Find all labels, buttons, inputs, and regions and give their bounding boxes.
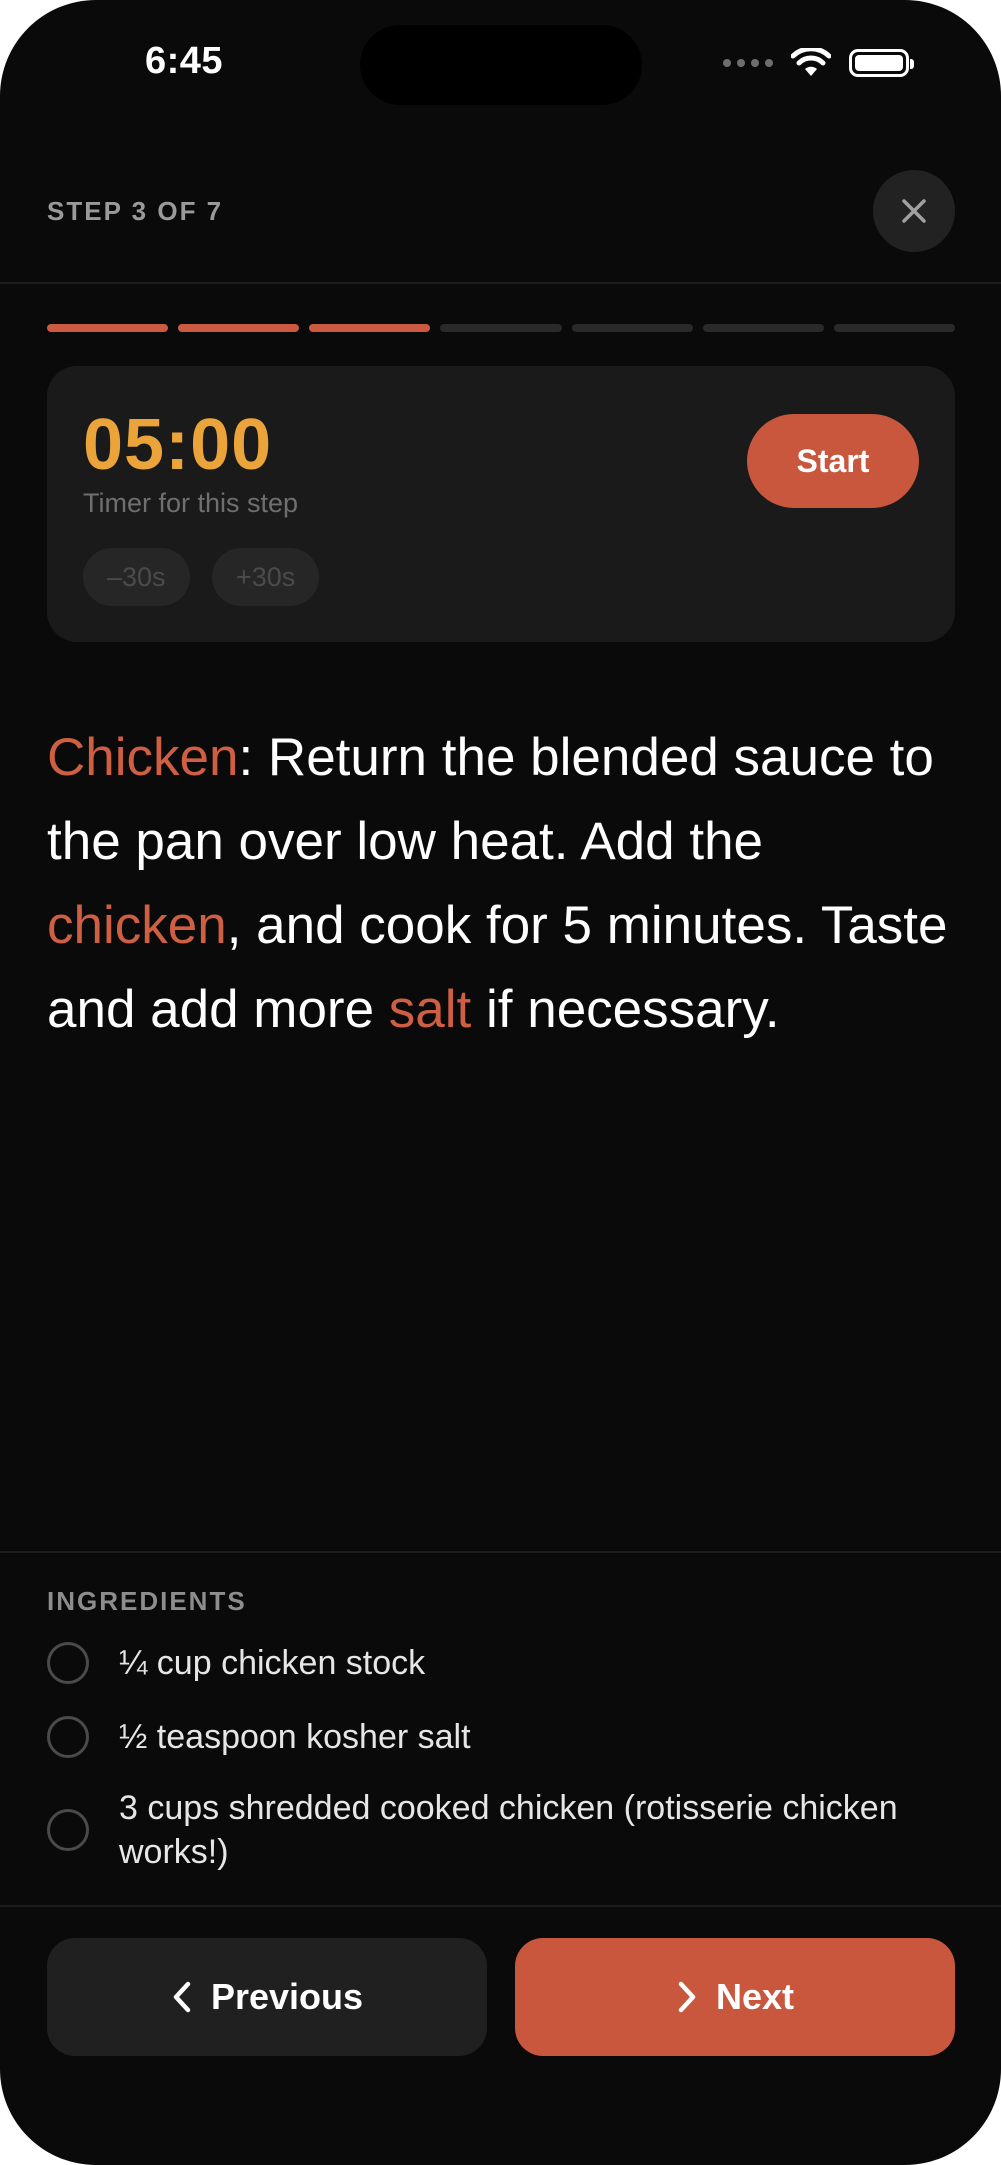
plus-30s-button[interactable]: +30s [212,548,320,606]
timer-card: 05:00 Timer for this step –30s +30s Star… [47,366,955,642]
previous-button[interactable]: Previous [47,1938,487,2056]
previous-label: Previous [210,1976,364,2017]
start-timer-button[interactable]: Start [747,414,919,508]
progress-segment [47,324,169,332]
ingredients-divider [0,1551,1001,1553]
progress-segment [178,324,300,332]
ingredient-text: ¼ cup chicken stock [119,1644,426,1682]
ingredient-checkbox[interactable] [47,1809,89,1851]
ingredient-checkbox[interactable] [47,1716,89,1758]
ingredient-highlight: chicken [47,896,227,955]
ingredient-text: 3 cups shredded cooked chicken (rotisser… [119,1789,898,1871]
progress-segment [309,324,431,332]
phone-screen: 6:45 STEP 3 OF 7 05:00 Timer for this st… [0,0,1001,2165]
progress-segment [833,324,955,332]
close-button[interactable] [873,170,955,252]
battery-icon [849,49,914,77]
ingredient-item[interactable]: ¼ cup chicken stock [47,1641,955,1685]
close-icon [902,199,926,223]
timer-caption: Timer for this step [83,488,299,518]
chevron-left-icon [173,1981,191,2013]
progress-segment [702,324,824,332]
chevron-right-icon [678,1981,696,2013]
timer-value: 05:00 [83,405,273,485]
ingredient-item[interactable]: 3 cups shredded cooked chicken (rotisser… [47,1786,955,1874]
status-icons [723,48,914,78]
progress-segment [440,324,562,332]
status-time: 6:45 [145,40,224,82]
minus-30s-button[interactable]: –30s [83,548,190,606]
next-button[interactable]: Next [515,1938,955,2056]
next-label: Next [715,1976,795,2017]
ingredient-checkbox[interactable] [47,1642,89,1684]
dynamic-island [360,25,642,105]
step-instruction: Chicken: Return the blended sauce to the… [47,716,957,1052]
ingredient-highlight: salt [388,980,472,1039]
step-progress-bar [47,324,955,332]
step-label: STEP 3 OF 7 [47,196,224,226]
wifi-icon [791,48,831,76]
ingredient-highlight: Chicken [47,728,239,787]
progress-segment [571,324,693,332]
instruction-text: if necessary. [471,980,780,1039]
cellular-dots-icon [723,59,773,67]
ingredient-item[interactable]: ½ teaspoon kosher salt [47,1715,955,1759]
ingredient-text: ½ teaspoon kosher salt [119,1718,471,1756]
header-divider [0,282,1001,284]
bottom-divider [0,1905,1001,1907]
ingredients-title: INGREDIENTS [47,1586,247,1616]
